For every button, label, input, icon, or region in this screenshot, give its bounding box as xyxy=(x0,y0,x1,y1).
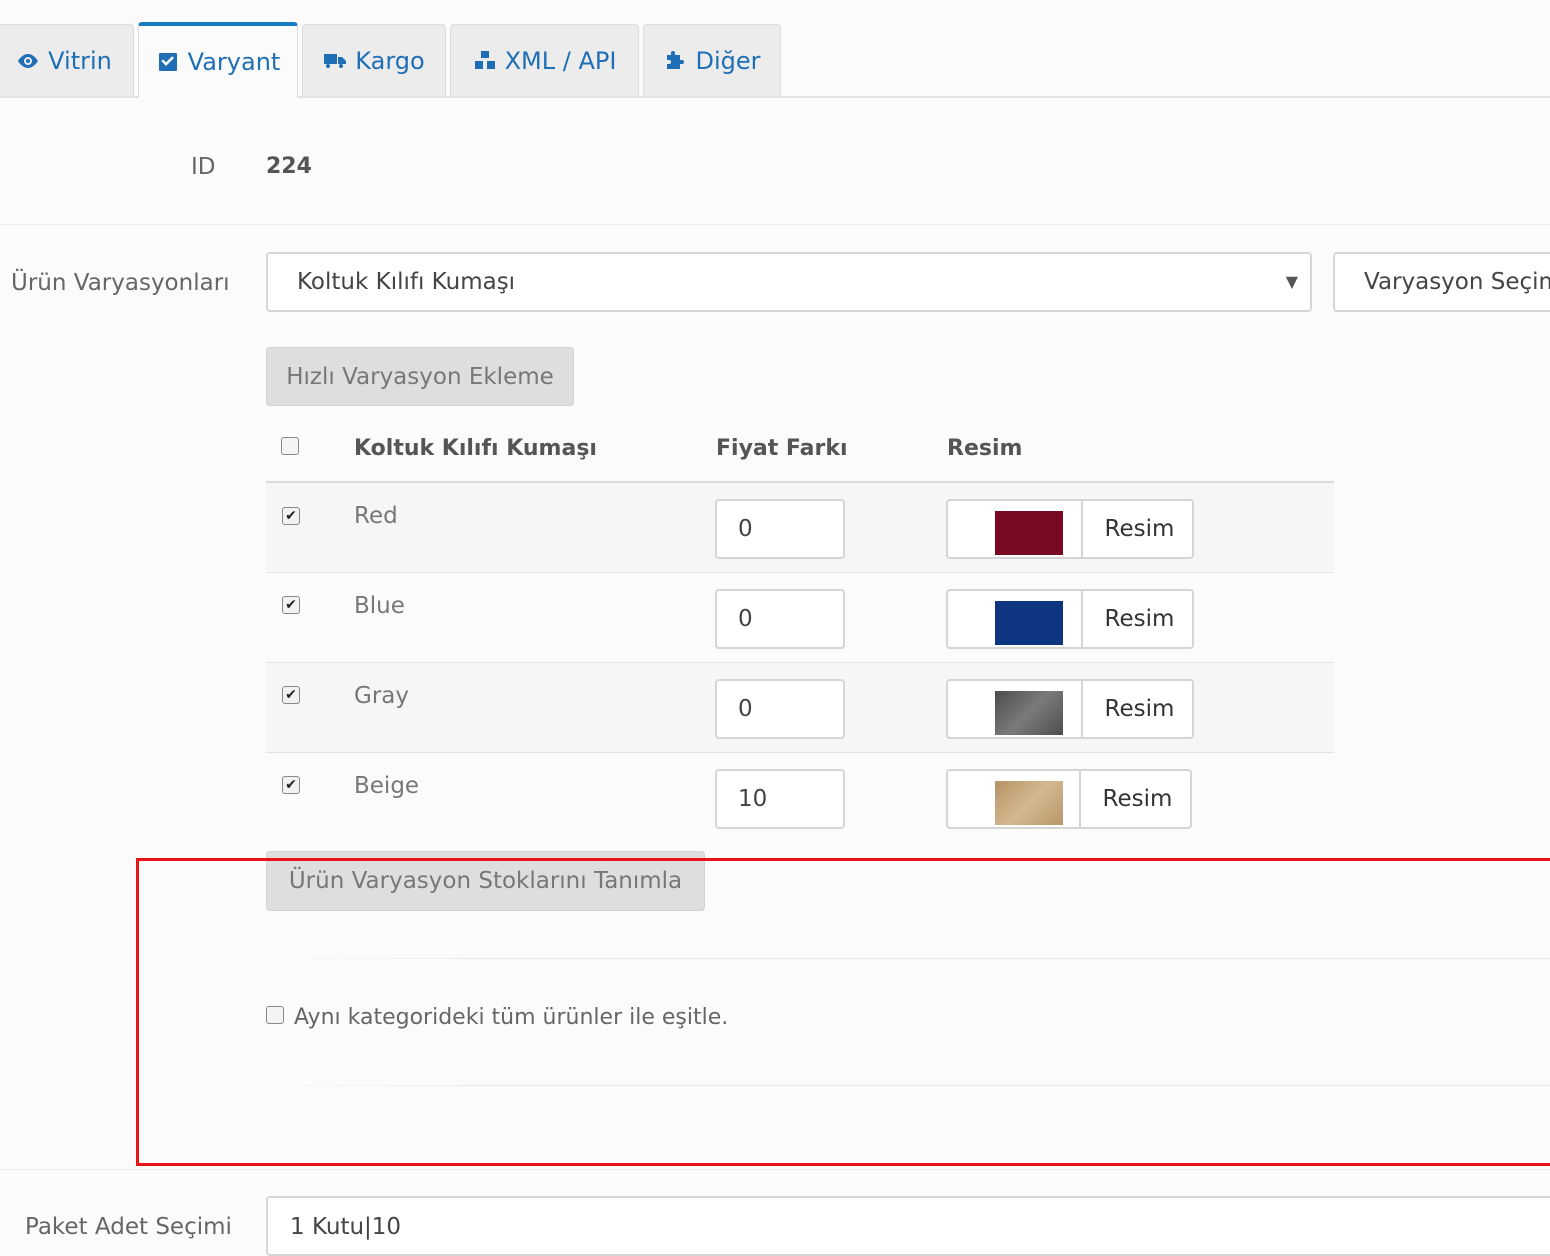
divider xyxy=(266,958,1550,959)
chevron-down-icon: ▼ xyxy=(1285,272,1298,291)
variation-name: Blue xyxy=(354,593,405,619)
price-diff-input[interactable]: 10 xyxy=(715,769,845,829)
image-picker: Resim xyxy=(946,769,1192,829)
variation-name: Gray xyxy=(354,683,409,709)
tab-xml-api[interactable]: XML / API xyxy=(450,24,639,96)
swatch-image xyxy=(995,511,1063,555)
check-square-icon xyxy=(158,53,177,71)
swatch-image xyxy=(995,781,1063,825)
tab-label: Diğer xyxy=(695,46,761,75)
column-header-image: Resim xyxy=(947,436,1023,461)
id-label: ID xyxy=(191,154,216,180)
column-header-name: Koltuk Kılıfı Kumaşı xyxy=(354,436,597,461)
tab-diger[interactable]: Diğer xyxy=(643,24,781,96)
row-checkbox[interactable]: ✔ xyxy=(282,507,300,525)
truck-icon xyxy=(324,53,347,68)
image-button[interactable]: Resim xyxy=(1079,769,1194,829)
variations-label: Ürün Varyasyonları xyxy=(11,270,230,296)
variation-type-select[interactable]: Koltuk Kılıfı Kumaşı ▼ xyxy=(266,252,1312,312)
divider xyxy=(0,1169,1550,1170)
image-picker: Resim xyxy=(946,499,1194,559)
image-button[interactable]: Resim xyxy=(1081,679,1196,739)
price-diff-input[interactable]: 0 xyxy=(715,679,845,739)
table-row: ✔ Red 0 Resim xyxy=(266,481,1334,571)
image-button[interactable]: Resim xyxy=(1081,499,1196,559)
table-row: ✔ Blue 0 Resim xyxy=(266,572,1334,662)
divider xyxy=(266,1085,1550,1086)
tab-label: Vitrin xyxy=(48,46,112,75)
variation-name: Red xyxy=(354,503,398,529)
image-button[interactable]: Resim xyxy=(1081,589,1196,649)
cubes-icon xyxy=(474,50,495,69)
divider xyxy=(0,224,1550,225)
package-count-label: Paket Adet Seçimi xyxy=(25,1214,232,1240)
row-checkbox[interactable]: ✔ xyxy=(282,596,300,614)
quick-add-variation-button[interactable]: Hızlı Varyasyon Ekleme xyxy=(266,347,574,406)
tab-vitrin[interactable]: Vitrin xyxy=(0,24,134,96)
image-picker: Resim xyxy=(946,679,1194,739)
variation-name: Beige xyxy=(354,773,420,799)
column-header-price: Fiyat Farkı xyxy=(716,436,848,461)
swatch-image xyxy=(995,601,1063,645)
tab-kargo[interactable]: Kargo xyxy=(302,24,446,96)
equalize-category-label: Aynı kategorideki tüm ürünler ile eşitle… xyxy=(294,1005,729,1030)
select-all-checkbox[interactable] xyxy=(281,437,299,455)
price-diff-input[interactable]: 0 xyxy=(715,499,845,559)
row-checkbox[interactable]: ✔ xyxy=(282,776,300,794)
variation-type-value: Koltuk Kılıfı Kumaşı xyxy=(297,269,516,295)
id-value: 224 xyxy=(266,154,312,179)
puzzle-icon xyxy=(667,50,685,69)
eye-icon xyxy=(18,53,39,68)
table-row: ✔ Gray 0 Resim xyxy=(266,662,1334,752)
swatch-image xyxy=(995,691,1063,735)
variation-select[interactable]: Varyasyon Seçim xyxy=(1333,252,1550,312)
tab-label: Varyant xyxy=(187,48,281,76)
row-checkbox[interactable]: ✔ xyxy=(282,686,300,704)
table-row: ✔ Beige 10 Resim xyxy=(266,752,1334,842)
image-picker: Resim xyxy=(946,589,1194,649)
package-count-input[interactable]: 1 Kutu|10 xyxy=(266,1196,1550,1256)
tab-bar: Vitrin Varyant Kargo XML / API Diğer xyxy=(0,0,1550,98)
tab-label: Kargo xyxy=(355,46,425,75)
tab-varyant[interactable]: Varyant xyxy=(138,22,298,98)
equalize-category-checkbox[interactable] xyxy=(266,1006,284,1024)
price-diff-input[interactable]: 0 xyxy=(715,589,845,649)
tab-label: XML / API xyxy=(504,46,617,75)
variation-select-value: Varyasyon Seçim xyxy=(1364,269,1550,295)
